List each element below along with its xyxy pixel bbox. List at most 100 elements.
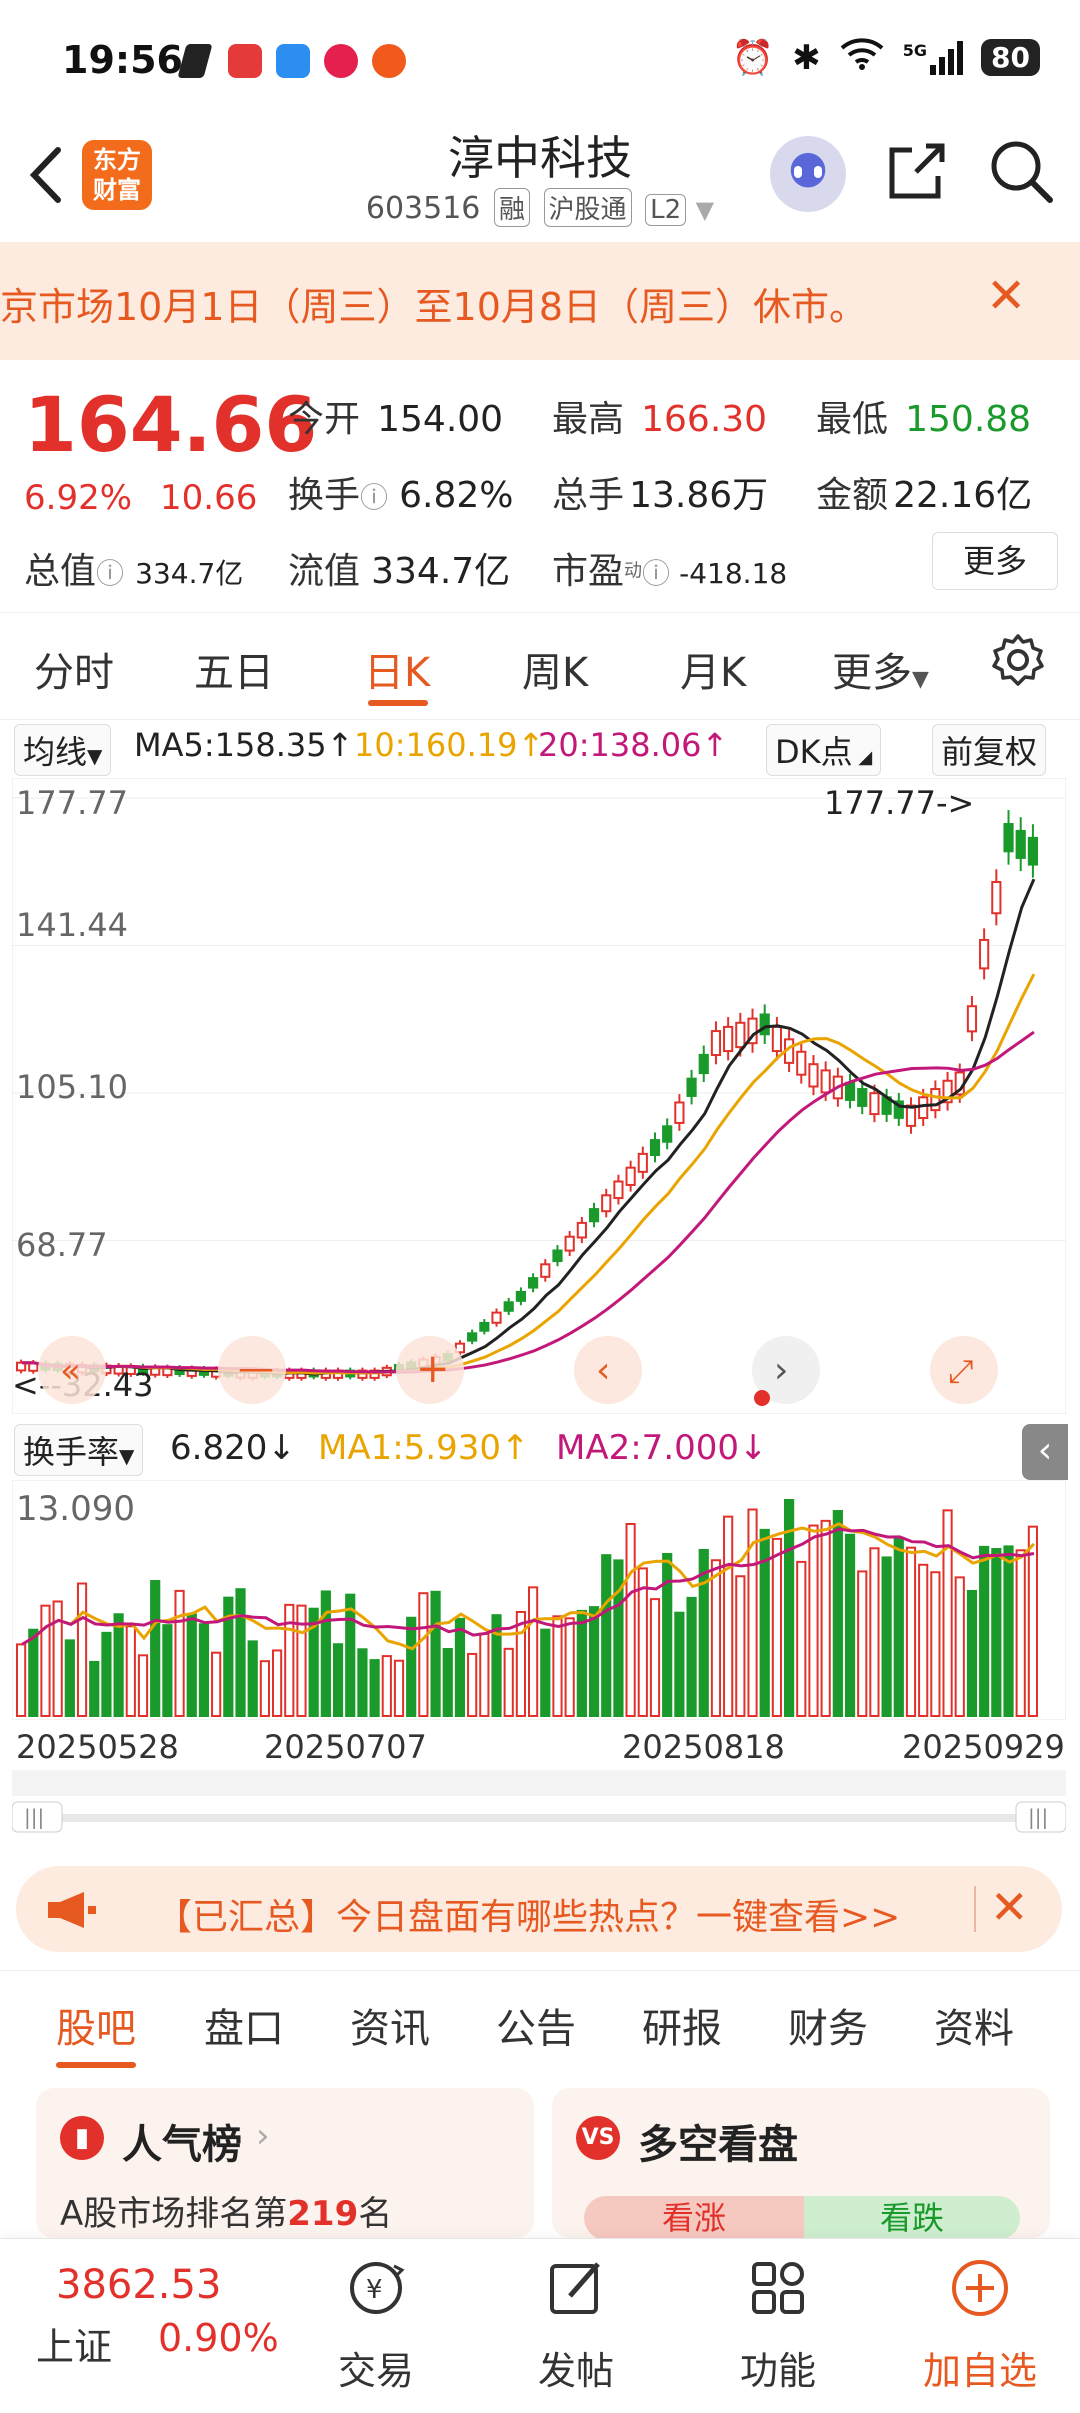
close-icon[interactable]: ✕ [986,268,1026,324]
range-scroller[interactable]: ||| ||| [12,1800,1066,1834]
turnover-bar [430,1590,441,1717]
nav-add-watchlist[interactable]: 加自选 [900,2340,1060,2395]
add-circle-icon[interactable] [948,2256,1012,2320]
chevron-right-icon: › [256,2116,270,2156]
tab-more-periods[interactable]: 更多▼ [832,640,929,698]
turnover-ma1: MA1:5.930↑ [318,1428,530,1468]
bullish-button[interactable]: 看涨 [584,2196,804,2240]
dk-point-toggle[interactable]: DK点 ◢ [766,724,882,776]
candle [698,1053,709,1075]
trade-icon[interactable]: ¥ [344,2256,408,2320]
axis-strip [12,1770,1066,1796]
fullscreen-button[interactable]: ⤢ [930,1336,998,1404]
turnover-bar [564,1617,575,1718]
ma20-value: 20:138.06↑ [538,726,729,764]
turnover-bar [235,1588,246,1717]
scroll-handle-left[interactable]: ||| [12,1801,63,1833]
turnover-chart[interactable]: 13.090 [12,1480,1066,1720]
bearish-button[interactable]: 看跌 [804,2196,1020,2240]
index-name[interactable]: 上证 [36,2316,112,2371]
turnover-y-top: 13.090 [16,1489,135,1529]
share-icon[interactable] [882,136,952,206]
tab-news[interactable]: 资讯 [350,1996,430,2054]
status-time: 19:56 [62,38,183,82]
tab-five-day[interactable]: 五日 [194,640,274,698]
index-value[interactable]: 3862.53 [56,2262,221,2308]
date-tick: 20250929 [902,1728,1065,1766]
gear-icon[interactable] [990,632,1046,688]
tab-intraday[interactable]: 分时 [34,640,114,698]
tab-guba[interactable]: 股吧 [56,1996,136,2054]
double-left-icon: « [60,1351,81,1391]
turnover-bar [893,1537,904,1717]
stock-code: 603516 [365,191,481,226]
candle [979,938,990,970]
turnover-bar [528,1586,539,1717]
prev-button[interactable]: ‹ [574,1336,642,1404]
turnover-bar [576,1609,587,1717]
nav-trade[interactable]: 交易 [296,2340,456,2395]
candle [552,1249,563,1263]
tab-finance[interactable]: 财务 [788,1996,868,2054]
popularity-rank: A股市场排名第219名 [60,2194,393,2234]
candle [759,1013,770,1036]
tab-pankou[interactable]: 盘口 [204,1996,284,2054]
turnover-bar [186,1613,197,1717]
divider [974,1886,976,1932]
candle [503,1301,514,1312]
market-cap: 总值ⓘ 334.7亿 [24,551,244,592]
turnover-bar [442,1647,453,1717]
candle [1003,823,1014,853]
tab-weekly-k[interactable]: 周K [522,640,588,698]
kline-chart[interactable]: 177.77 141.44 105.10 68.77 177.77-> <--3… [12,778,1066,1414]
turnover-bar [247,1640,258,1717]
scroll-handle-right[interactable]: ||| [1015,1801,1066,1833]
adjust-selector[interactable]: 前复权 [932,724,1047,776]
info-icon[interactable]: ⓘ [96,557,124,590]
turnover-bar [345,1593,356,1717]
compose-icon[interactable] [544,2256,608,2320]
turnover-bar [89,1660,100,1718]
close-icon[interactable]: ✕ [990,1880,1029,1934]
turnover-bar [162,1624,173,1717]
candle [576,1221,587,1239]
turnover-bar [869,1547,880,1718]
turnover-ma2: MA2:7.000↓ [556,1428,768,1468]
turnover-bar [662,1552,673,1717]
turnover-bar [16,1643,27,1718]
candle [930,1088,941,1112]
candle [601,1194,612,1213]
tab-announcements[interactable]: 公告 [496,1996,576,2054]
active-tab-indicator [56,2062,136,2068]
date-axis: 20250528 20250707 20250818 20250929 [12,1728,1066,1768]
turnover-selector[interactable]: 换手率▼ [14,1424,144,1476]
info-icon[interactable]: ⓘ [642,557,670,590]
index-change[interactable]: 0.90% [158,2316,279,2360]
turnover-bar [991,1548,1002,1718]
tab-daily-k[interactable]: 日K [364,640,430,698]
turnover-bar [771,1537,782,1717]
turnover-bar [52,1600,63,1717]
turnover-bar [588,1606,600,1717]
tag-connect: 沪股通 [543,188,632,227]
info-icon[interactable]: ⓘ [360,481,388,514]
ai-assistant-robot-icon[interactable] [770,136,846,212]
candle [588,1208,600,1223]
turnover-bar [1015,1549,1026,1717]
more-quote-button[interactable]: 更多 [932,532,1058,590]
tab-profile[interactable]: 资料 [934,1996,1014,2054]
candle [637,1152,648,1173]
tab-research[interactable]: 研报 [642,1996,722,2054]
plus-button[interactable]: + [396,1336,464,1404]
minus-button[interactable]: — [218,1336,286,1404]
tab-monthly-k[interactable]: 月K [680,640,746,698]
collapse-panel-button[interactable]: ‹ [1022,1424,1068,1480]
search-icon[interactable] [986,136,1056,206]
grid-icon[interactable] [746,2256,810,2320]
candle [710,1030,722,1057]
nav-post[interactable]: 发帖 [496,2340,656,2395]
ma-selector[interactable]: 均线▼ [14,724,112,776]
nav-functions[interactable]: 功能 [698,2340,858,2395]
zoom-out-button[interactable]: « [38,1336,106,1404]
turnover-bar [552,1615,563,1717]
